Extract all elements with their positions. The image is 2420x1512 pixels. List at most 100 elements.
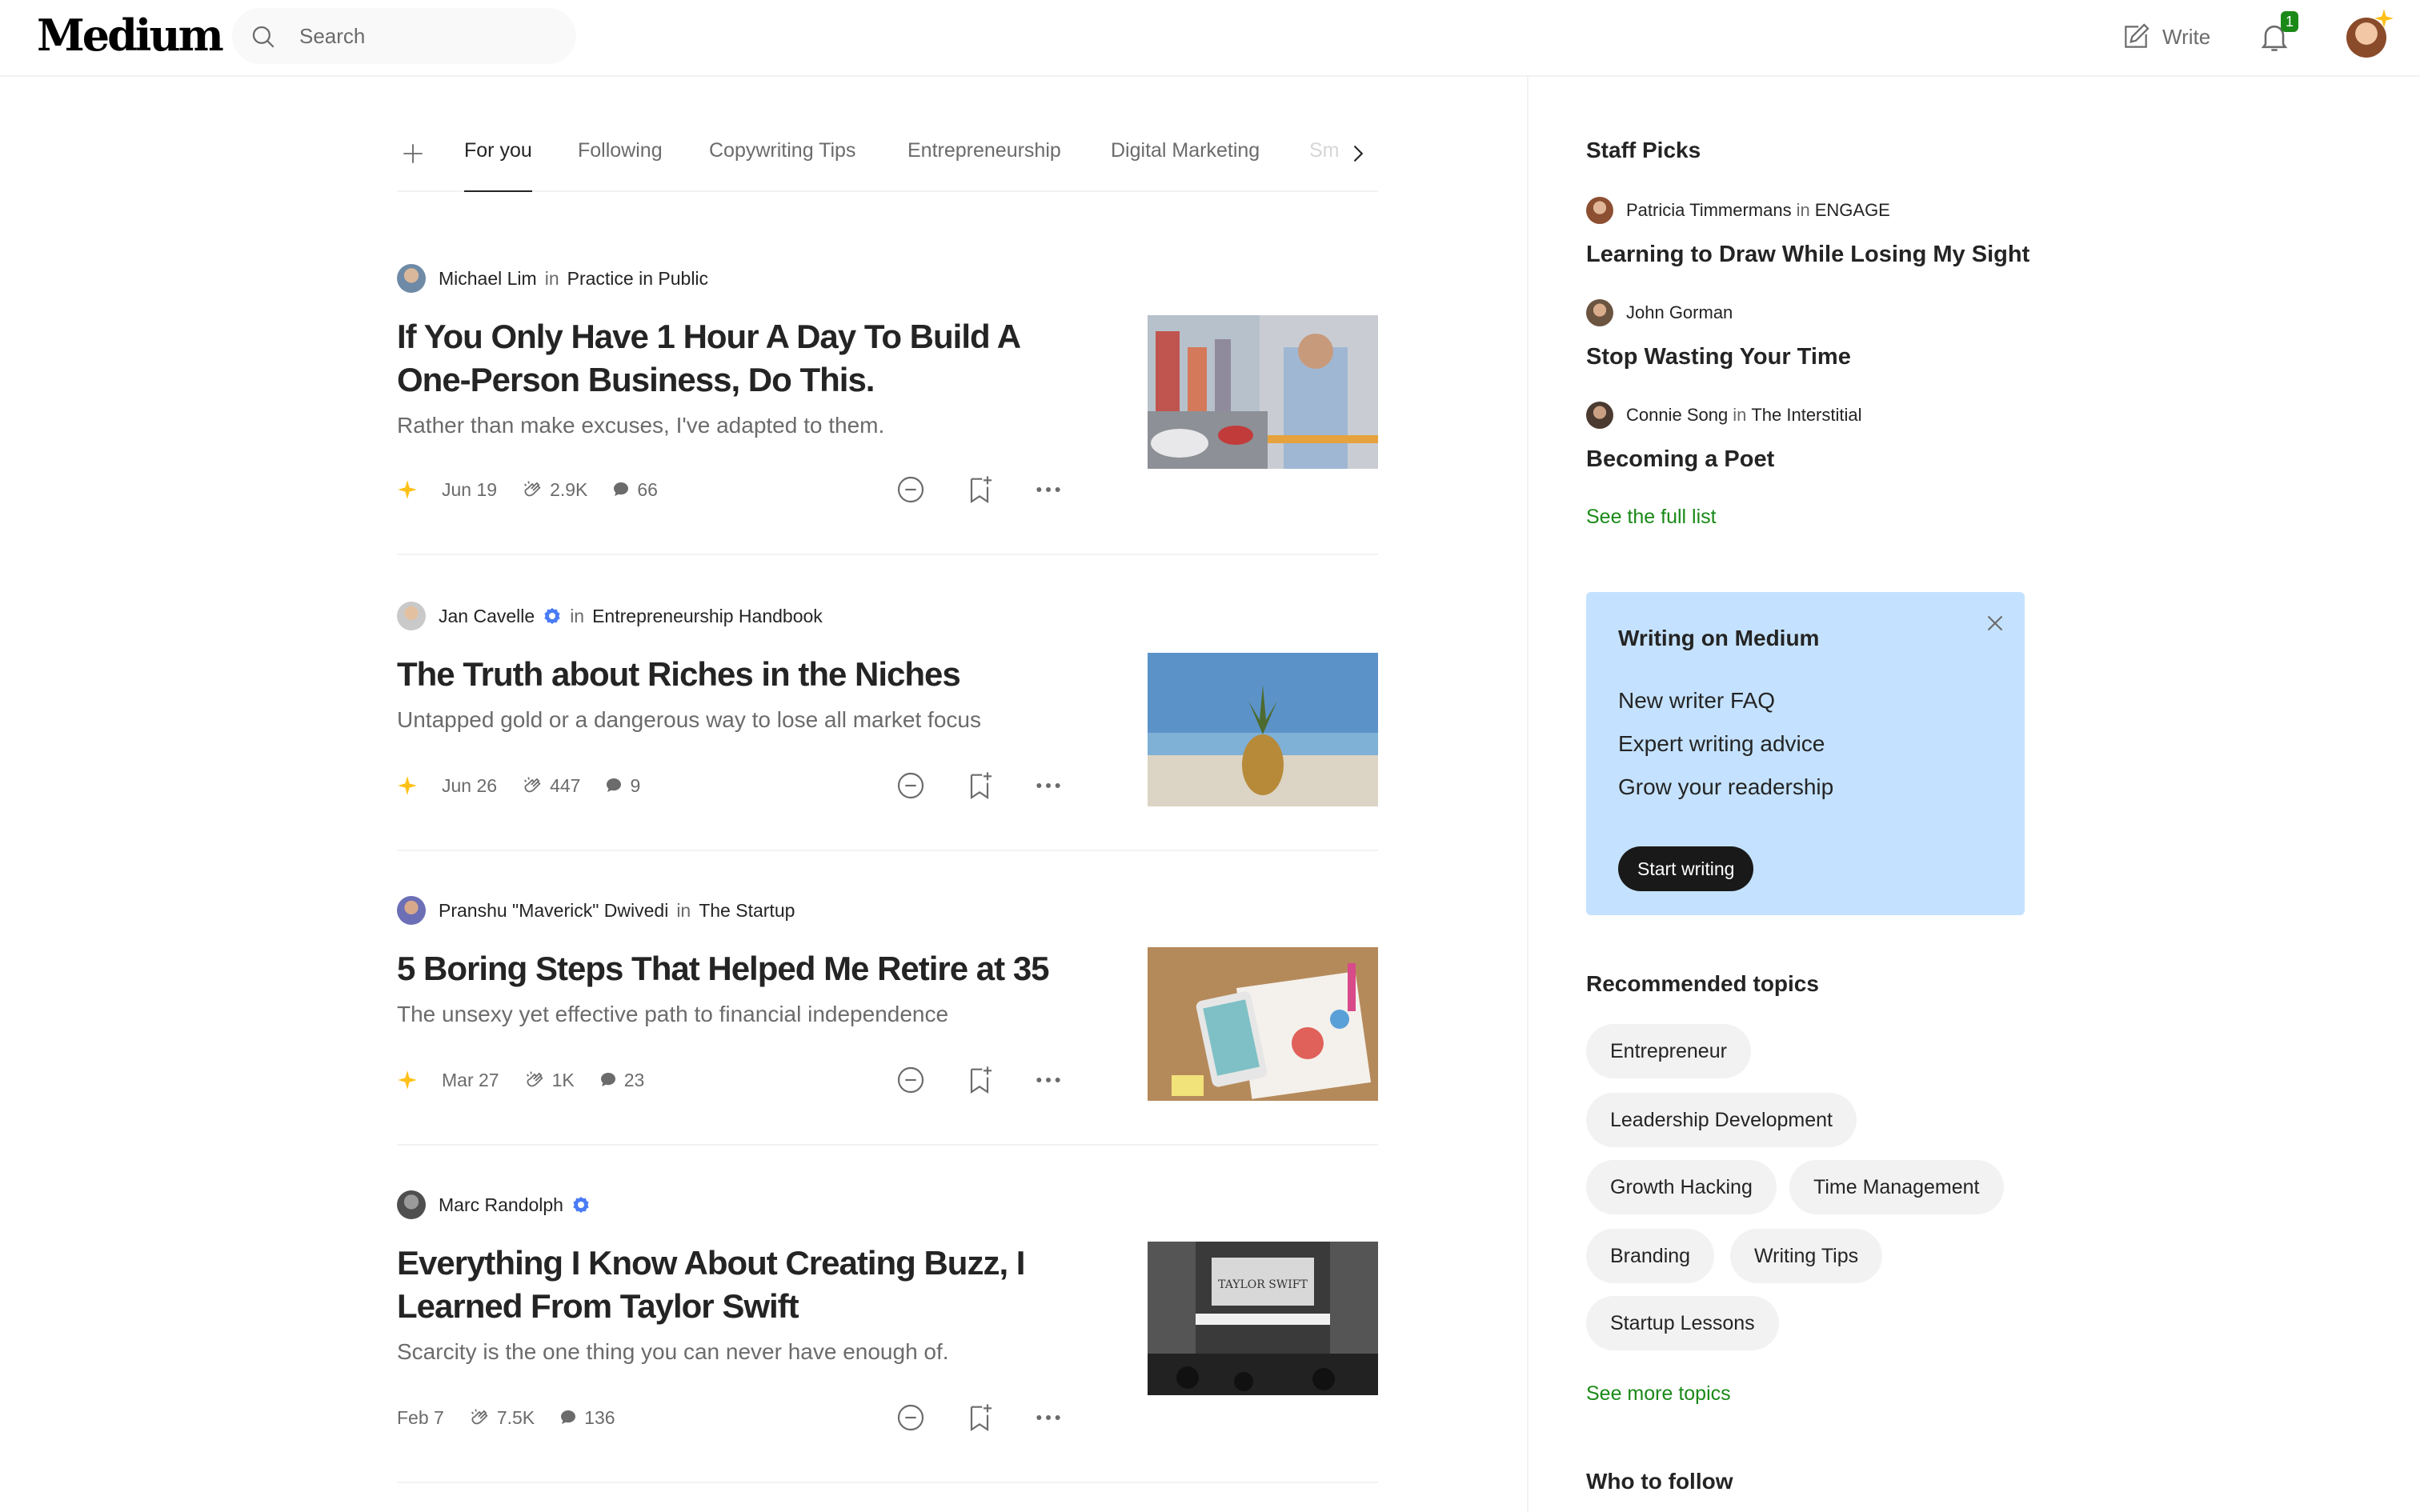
pick-publication[interactable]: ENGAGE <box>1815 200 1890 221</box>
article-date: Mar 27 <box>442 1069 499 1090</box>
pick-author-name[interactable]: Connie Song <box>1626 405 1728 426</box>
search-box[interactable] <box>232 8 576 64</box>
member-star-icon <box>398 1070 417 1090</box>
member-star-icon <box>2374 9 2394 28</box>
clap-icon <box>471 1409 488 1425</box>
author-name[interactable]: Marc Randolph <box>439 1194 563 1216</box>
show-less-icon[interactable] <box>895 1064 927 1096</box>
show-less-icon[interactable] <box>895 474 927 506</box>
author-avatar[interactable] <box>1586 299 1613 326</box>
search-input[interactable] <box>299 22 555 50</box>
publication-name[interactable]: The Startup <box>699 900 795 922</box>
publication-name[interactable]: Practice in Public <box>567 268 708 290</box>
author-avatar[interactable] <box>1586 402 1613 429</box>
author-avatar[interactable] <box>397 896 426 925</box>
pick-author[interactable]: Connie Song in The Interstitial <box>1586 402 1862 429</box>
bookmark-add-icon[interactable] <box>964 1064 996 1096</box>
tab-copywriting-tips[interactable]: Copywriting Tips <box>709 139 855 192</box>
article-thumbnail[interactable] <box>1148 315 1378 469</box>
start-writing-button[interactable]: Start writing <box>1618 846 1754 891</box>
topic-chip[interactable]: Writing Tips <box>1730 1229 1883 1283</box>
author-name[interactable]: Jan Cavelle <box>439 606 535 627</box>
promo-link-advice[interactable]: Expert writing advice <box>1618 731 1825 757</box>
pick-author[interactable]: John Gorman <box>1586 299 1733 326</box>
tab-for-you[interactable]: For you <box>464 139 532 192</box>
article-thumbnail[interactable] <box>1148 653 1378 806</box>
article-title[interactable]: The Truth about Riches in the Niches <box>397 653 1085 696</box>
chevron-right-icon[interactable] <box>1346 141 1368 166</box>
topic-chip[interactable]: Growth Hacking <box>1586 1160 1777 1214</box>
article-thumbnail[interactable]: TAYLOR SWIFT <box>1148 1242 1378 1395</box>
write-label: Write <box>2162 24 2211 49</box>
article-title[interactable]: If You Only Have 1 Hour A Day To Build A… <box>397 315 1085 402</box>
bookmark-add-icon[interactable] <box>964 770 996 802</box>
more-options-icon[interactable] <box>1032 1064 1064 1096</box>
author-name[interactable]: Pranshu "Maverick" Dwivedi <box>439 900 668 922</box>
article-subtitle[interactable]: Rather than make excuses, I've adapted t… <box>397 411 1085 440</box>
promo-link-readership[interactable]: Grow your readership <box>1618 774 1833 800</box>
pick-title[interactable]: Becoming a Poet <box>1586 446 1774 473</box>
pick-author-name[interactable]: John Gorman <box>1626 302 1733 323</box>
more-options-icon[interactable] <box>1032 770 1064 802</box>
show-less-icon[interactable] <box>895 770 927 802</box>
tab-truncated[interactable]: Sm <box>1309 139 1340 192</box>
topic-chip[interactable]: Branding <box>1586 1229 1715 1283</box>
member-star-icon <box>398 480 417 499</box>
tab-digital-marketing[interactable]: Digital Marketing <box>1111 139 1260 192</box>
clap-count[interactable]: 2.9K <box>521 478 587 501</box>
topic-chip[interactable]: Startup Lessons <box>1586 1296 1779 1350</box>
more-options-icon[interactable] <box>1032 1402 1064 1434</box>
comment-count[interactable]: 9 <box>604 775 640 797</box>
topic-chip[interactable]: Time Management <box>1789 1160 2004 1214</box>
pick-author-name[interactable]: Patricia Timmermans <box>1626 200 1792 221</box>
byline-in: in <box>676 899 691 921</box>
article-subtitle[interactable]: Scarcity is the one thing you can never … <box>397 1338 1085 1366</box>
author-avatar[interactable] <box>397 602 426 630</box>
bookmark-add-icon[interactable] <box>964 474 996 506</box>
article-subtitle[interactable]: The unsexy yet effective path to financi… <box>397 1000 1085 1029</box>
verified-badge-icon <box>544 608 560 624</box>
plus-icon[interactable] <box>402 142 424 165</box>
article-card: Michael Lim in Practice in Public If You… <box>397 264 1378 555</box>
article-title[interactable]: Everything I Know About Creating Buzz, I… <box>397 1242 1085 1328</box>
see-full-list-link[interactable]: See the full list <box>1586 506 1717 529</box>
see-more-topics-link[interactable]: See more topics <box>1586 1382 1731 1406</box>
topic-chip[interactable]: Entrepreneur <box>1586 1024 1751 1078</box>
pick-publication[interactable]: The Interstitial <box>1751 405 1861 426</box>
pick-title[interactable]: Stop Wasting Your Time <box>1586 344 1851 370</box>
author-avatar[interactable] <box>397 1190 426 1219</box>
article-title[interactable]: 5 Boring Steps That Helped Me Retire at … <box>397 947 1085 990</box>
comment-value: 9 <box>630 774 641 796</box>
clap-count[interactable]: 447 <box>521 774 580 797</box>
article-thumbnail[interactable] <box>1148 947 1378 1101</box>
comment-count[interactable]: 136 <box>559 1407 615 1429</box>
close-icon[interactable] <box>1981 610 2009 637</box>
pick-author[interactable]: Patricia Timmermans in ENGAGE <box>1586 197 1890 224</box>
tab-following[interactable]: Following <box>578 139 663 192</box>
comment-count[interactable]: 23 <box>599 1070 644 1091</box>
promo-link-faq[interactable]: New writer FAQ <box>1618 688 1775 714</box>
byline-in: in <box>544 267 559 289</box>
clap-count[interactable]: 1K <box>523 1069 575 1091</box>
write-button[interactable]: Write <box>2121 19 2210 54</box>
marquee-text: TAYLOR SWIFT <box>1218 1278 1308 1291</box>
author-name[interactable]: Michael Lim <box>439 268 537 290</box>
clap-count[interactable]: 7.5K <box>468 1406 535 1429</box>
article-date: Jun 26 <box>442 774 498 796</box>
article-byline: Jan Cavelle in Entrepreneurship Handbook <box>397 602 823 630</box>
show-less-icon[interactable] <box>895 1402 927 1434</box>
bookmark-add-icon[interactable] <box>964 1402 996 1434</box>
comment-value: 66 <box>637 478 658 500</box>
comment-count[interactable]: 66 <box>611 479 658 501</box>
topic-chip[interactable]: Leadership Development <box>1586 1093 1857 1147</box>
publication-name[interactable]: Entrepreneurship Handbook <box>592 606 823 627</box>
verified-badge-icon <box>573 1197 589 1213</box>
pick-title[interactable]: Learning to Draw While Losing My Sight <box>1586 242 2029 268</box>
member-star-icon <box>398 776 417 795</box>
tab-entrepreneurship[interactable]: Entrepreneurship <box>908 139 1061 192</box>
author-avatar[interactable] <box>1586 197 1613 224</box>
author-avatar[interactable] <box>397 264 426 293</box>
more-options-icon[interactable] <box>1032 474 1064 506</box>
medium-logo[interactable]: Medium <box>37 10 224 61</box>
article-subtitle[interactable]: Untapped gold or a dangerous way to lose… <box>397 706 1085 734</box>
